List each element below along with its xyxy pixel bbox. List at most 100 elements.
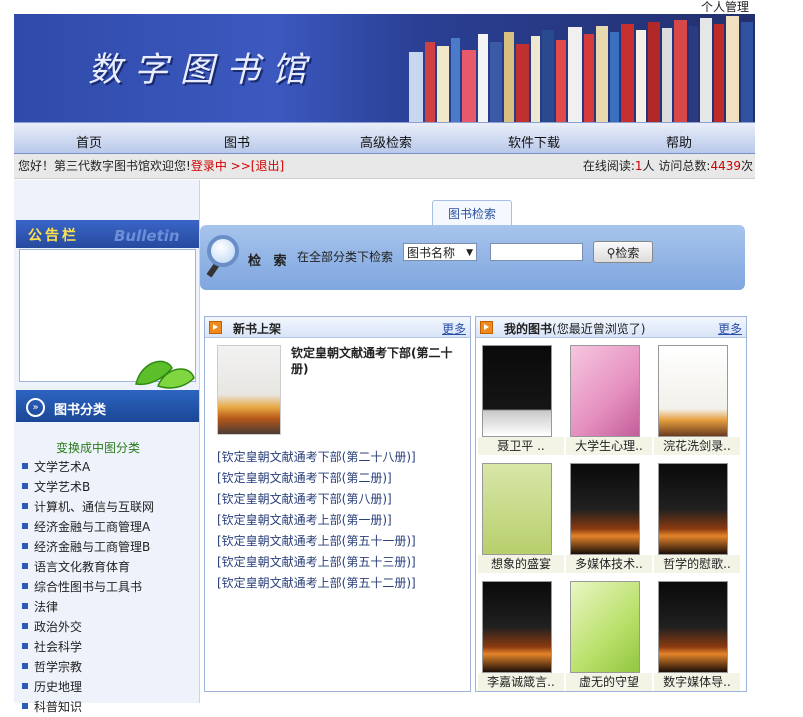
my-books-title: 我的图书(您最近曾浏览了) <box>504 320 645 337</box>
site-banner: 数字图书馆 <box>14 14 755 122</box>
welcome-left: 您好！第三代数字图书馆欢迎您!登录中 >>[退出] <box>18 154 284 178</box>
search-label: 检 索 <box>248 254 291 269</box>
book-cover <box>570 345 640 437</box>
category-item[interactable]: 历史地理 <box>20 677 154 697</box>
online-label: 在线阅读: <box>582 159 635 173</box>
my-books-title-text: 我的图书 <box>504 322 553 336</box>
logout-link[interactable]: >>[退出] <box>231 159 284 173</box>
book-caption: 哲学的慰歌.. <box>654 555 740 573</box>
new-book-link[interactable]: [钦定皇朝文献通考下部(第二十八册)] <box>217 447 416 468</box>
category-list: 文学艺术A 文学艺术B 计算机、通信与互联网 经济金融与工商管理A 经济金融与工… <box>20 457 154 717</box>
book-caption: 想象的盛宴 <box>478 555 564 573</box>
book-tile[interactable]: 虚无的守望 <box>566 577 652 693</box>
bulletin-header: 公告栏 Bulletin <box>16 220 199 248</box>
chevron-right-icon: » <box>26 398 45 417</box>
book-caption: 李嘉诚箴言.. <box>478 673 564 691</box>
book-cover <box>658 463 728 555</box>
bulletin-word: Bulletin <box>114 227 180 245</box>
switch-classification-link[interactable]: 变换成中图分类 <box>56 439 140 456</box>
play-icon <box>480 321 493 334</box>
book-cover <box>482 463 552 555</box>
category-item[interactable]: 政治外交 <box>20 617 154 637</box>
online-unit: 人 <box>642 159 655 173</box>
search-scope: 在全部分类下检索 <box>297 250 394 264</box>
visits-unit: 次 <box>740 159 753 173</box>
category-item[interactable]: 文学艺术B <box>20 477 154 497</box>
my-books-subtitle: (您最近曾浏览了) <box>552 322 646 336</box>
book-caption: 虚无的守望 <box>566 673 652 691</box>
greeting-text: 您好！第三代数字图书馆欢迎您! <box>18 159 191 173</box>
search-panel: 检 索 在全部分类下检索 图书名称 ▼ ⚲检索 <box>200 225 745 290</box>
new-book-link[interactable]: [钦定皇朝文献通考上部(第五十三册)] <box>217 552 416 573</box>
category-item[interactable]: 语言文化教育体育 <box>20 557 154 577</box>
my-books-header: 我的图书(您最近曾浏览了) 更多 <box>476 317 746 338</box>
new-books-title: 新书上架 <box>233 322 282 336</box>
search-button-label: 检索 <box>615 246 640 260</box>
book-tile[interactable]: 多媒体技术.. <box>566 459 652 575</box>
category-item[interactable]: 哲学宗教 <box>20 657 154 677</box>
category-item[interactable]: 经济金融与工商管理B <box>20 537 154 557</box>
category-item[interactable]: 法律 <box>20 597 154 617</box>
nav-advanced-search[interactable]: 高级检索 <box>360 132 412 151</box>
nav-help[interactable]: 帮助 <box>666 132 692 151</box>
search-field-select[interactable]: 图书名称 ▼ <box>403 243 477 261</box>
book-tile[interactable]: 聂卫平 .. <box>478 341 564 457</box>
bulletin-board <box>19 249 196 389</box>
book-tile[interactable]: 数字媒体导.. <box>654 577 740 693</box>
search-input[interactable] <box>490 243 583 261</box>
book-cover <box>570 581 640 673</box>
magnifier-icon <box>207 235 239 267</box>
chevron-down-icon: ▼ <box>466 248 473 258</box>
topbar: 个人管理 <box>0 0 755 14</box>
welcome-bar: 您好！第三代数字图书馆欢迎您!登录中 >>[退出] 在线阅读:1人 访问总数:4… <box>14 154 755 179</box>
visits-label: 访问总数: <box>658 159 711 173</box>
main-nav: 首页 图书 高级检索 软件下载 帮助 <box>14 122 755 154</box>
personal-manage-link[interactable]: 个人管理 <box>701 0 749 14</box>
bulletin-title: 公告栏 <box>28 228 79 244</box>
book-tile[interactable]: 想象的盛宴 <box>478 459 564 575</box>
category-item[interactable]: 社会科学 <box>20 637 154 657</box>
online-count: 1 <box>634 159 643 173</box>
play-icon <box>209 321 222 334</box>
book-tile[interactable]: 哲学的慰歌.. <box>654 459 740 575</box>
login-status: 登录中 <box>190 159 227 173</box>
new-book-link[interactable]: [钦定皇朝文献通考上部(第一册)] <box>217 510 416 531</box>
book-tile[interactable]: 浣花洗剑录.. <box>654 341 740 457</box>
tab-book-search[interactable]: 图书检索 <box>432 200 512 225</box>
book-cover <box>482 581 552 673</box>
book-caption: 聂卫平 .. <box>478 437 564 455</box>
leaf-icon <box>135 360 195 389</box>
new-book-link[interactable]: [钦定皇朝文献通考上部(第五十二册)] <box>217 573 416 594</box>
search-button[interactable]: ⚲检索 <box>593 241 653 263</box>
featured-book-title[interactable]: 钦定皇朝文献通考下部(第二十册) <box>291 345 461 377</box>
book-caption: 大学生心理.. <box>566 437 652 455</box>
category-item[interactable]: 科普知识 <box>20 697 154 717</box>
new-books-header: 新书上架 更多 <box>205 317 470 338</box>
nav-software-download[interactable]: 软件下载 <box>508 132 560 151</box>
site-title: 数字图书馆 <box>88 50 318 90</box>
bookshelf-image <box>409 14 755 122</box>
new-books-panel: 新书上架 更多 钦定皇朝文献通考下部(第二十册) [钦定皇朝文献通考下部(第二十… <box>204 316 471 692</box>
book-tile[interactable]: 李嘉诚箴言.. <box>478 577 564 693</box>
new-book-link[interactable]: [钦定皇朝文献通考下部(第二册)] <box>217 468 416 489</box>
nav-home[interactable]: 首页 <box>76 132 102 151</box>
category-item[interactable]: 计算机、通信与互联网 <box>20 497 154 517</box>
book-caption: 浣花洗剑录.. <box>654 437 740 455</box>
category-item[interactable]: 经济金融与工商管理A <box>20 517 154 537</box>
book-cover <box>482 345 552 437</box>
new-book-link[interactable]: [钦定皇朝文献通考下部(第八册)] <box>217 489 416 510</box>
book-cover <box>570 463 640 555</box>
new-books-more-link[interactable]: 更多 <box>442 320 466 337</box>
category-item[interactable]: 综合性图书与工具书 <box>20 577 154 597</box>
new-book-link[interactable]: [钦定皇朝文献通考上部(第五十一册)] <box>217 531 416 552</box>
book-tile[interactable]: 大学生心理.. <box>566 341 652 457</box>
stats: 在线阅读:1人 访问总数:4439次 <box>583 154 753 178</box>
category-header: » 图书分类 <box>16 390 199 422</box>
new-books-list: [钦定皇朝文献通考下部(第二十八册)] [钦定皇朝文献通考下部(第二册)] [钦… <box>217 447 416 594</box>
my-books-more-link[interactable]: 更多 <box>718 320 742 337</box>
book-caption: 多媒体技术.. <box>566 555 652 573</box>
featured-book-cover[interactable] <box>217 345 281 435</box>
visits-count: 4439 <box>710 159 741 173</box>
category-item[interactable]: 文学艺术A <box>20 457 154 477</box>
nav-books[interactable]: 图书 <box>224 132 250 151</box>
